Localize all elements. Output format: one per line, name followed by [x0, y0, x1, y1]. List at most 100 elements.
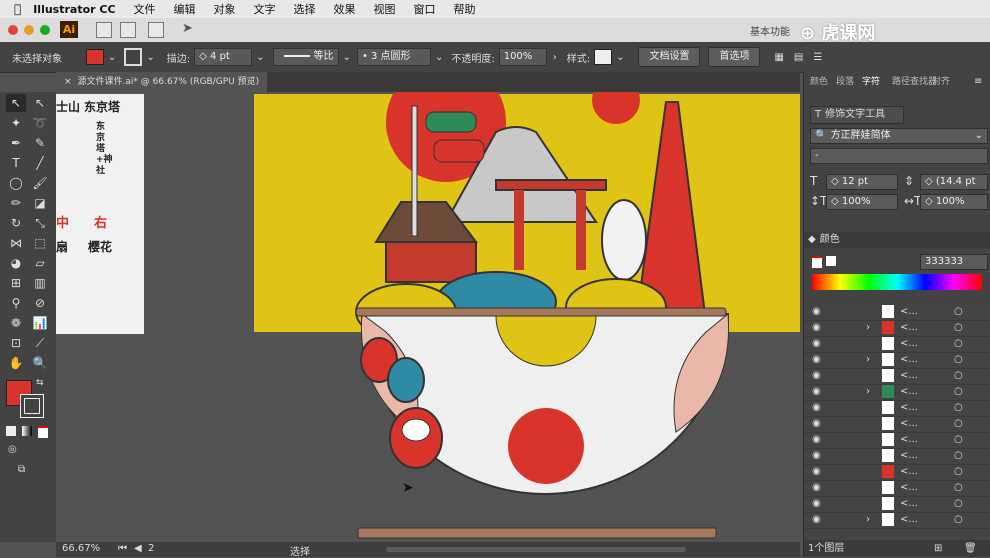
shape-builder-icon[interactable]: ◕	[6, 254, 26, 272]
menu-window[interactable]: 窗口	[414, 1, 436, 17]
eye-icon[interactable]: ◉	[812, 482, 821, 493]
layer-row[interactable]: ◉ › <... ○	[804, 512, 990, 529]
perspective-grid-icon[interactable]: ▱	[30, 254, 50, 272]
target-icon[interactable]: ○	[954, 386, 963, 397]
slice-tool-icon[interactable]: ⟋	[30, 334, 50, 352]
menu-file[interactable]: 文件	[134, 1, 156, 17]
menu-type[interactable]: 文字	[254, 1, 276, 17]
layer-row[interactable]: ◉ <... ○	[804, 336, 990, 353]
color-panel-header[interactable]: ◆ 颜色	[804, 232, 990, 248]
opacity-field[interactable]: 100%	[498, 48, 547, 66]
apple-icon[interactable]: 	[14, 2, 21, 16]
workspace-switcher[interactable]: 基本功能	[750, 23, 790, 38]
chevron-down-icon[interactable]: ⌄	[343, 52, 351, 63]
align-icon[interactable]: ▦	[774, 52, 783, 63]
eye-icon[interactable]: ◉	[812, 514, 821, 525]
bridge-icon[interactable]	[96, 22, 112, 38]
panel-menu-icon[interactable]: ≡	[974, 76, 982, 87]
eye-icon[interactable]: ◉	[812, 402, 821, 413]
tab-align[interactable]: 对齐	[932, 72, 950, 92]
close-icon[interactable]: ×	[64, 77, 72, 87]
target-icon[interactable]: ○	[954, 434, 963, 445]
chevron-down-icon[interactable]: ⌄	[108, 52, 116, 63]
eye-icon[interactable]: ◉	[812, 338, 821, 349]
layer-row[interactable]: ◉ <... ○	[804, 368, 990, 385]
target-icon[interactable]: ○	[954, 322, 963, 333]
graph-tool-icon[interactable]: 📊	[30, 314, 50, 332]
chevron-down-icon[interactable]: ⌄	[435, 52, 443, 63]
menu-object[interactable]: 对象	[214, 1, 236, 17]
chevron-down-icon[interactable]: ⌄	[256, 52, 264, 63]
expand-icon[interactable]: ›	[866, 386, 870, 397]
gradient-mode-icon[interactable]	[22, 426, 32, 436]
horizontal-scale-field[interactable]: ◇ 100%	[920, 194, 988, 210]
fill-swatch[interactable]	[86, 49, 104, 65]
expand-icon[interactable]: ›	[866, 322, 870, 333]
layer-row[interactable]: ◉ <... ○	[804, 416, 990, 433]
target-icon[interactable]: ○	[954, 466, 963, 477]
stroke-swatch[interactable]	[124, 48, 143, 66]
color-mode-icon[interactable]	[6, 426, 16, 436]
target-icon[interactable]: ○	[954, 370, 963, 381]
layer-row[interactable]: ◉ › <... ○	[804, 352, 990, 369]
layer-row[interactable]: ◉ <... ○	[804, 432, 990, 449]
none-swatch[interactable]	[812, 256, 822, 268]
tab-pathfinder[interactable]: 路径查找器	[892, 72, 937, 92]
artboard-tool-icon[interactable]: ⊡	[6, 334, 26, 352]
font-style-field[interactable]: -	[810, 148, 988, 164]
menu-select[interactable]: 选择	[294, 1, 316, 17]
zoom-tool-icon[interactable]: 🔍	[30, 354, 50, 372]
target-icon[interactable]: ○	[954, 450, 963, 461]
eye-icon[interactable]: ◉	[812, 306, 821, 317]
send-icon[interactable]: ➤	[182, 21, 193, 36]
zoom-level[interactable]: 66.67%	[62, 543, 100, 554]
preferences-button[interactable]: 首选项	[708, 47, 761, 67]
chevron-down-icon[interactable]: ⌄	[146, 52, 154, 63]
tab-character[interactable]: 字符	[862, 72, 880, 92]
prev-page-icon[interactable]: ◀	[134, 543, 142, 554]
zoom-window-icon[interactable]	[40, 25, 50, 35]
target-icon[interactable]: ○	[954, 482, 963, 493]
transform-icon[interactable]: ▤	[794, 52, 803, 63]
app-name[interactable]: Illustrator CC	[33, 3, 115, 16]
none-mode-icon[interactable]	[38, 426, 48, 438]
type-tool-icon[interactable]: T	[6, 154, 26, 172]
ellipse-tool-icon[interactable]: ◯	[6, 174, 26, 192]
lasso-icon[interactable]: ➰	[30, 114, 50, 132]
layer-row[interactable]: ◉ <... ○	[804, 400, 990, 417]
minimize-window-icon[interactable]	[24, 25, 34, 35]
first-page-icon[interactable]: ⏮	[118, 543, 127, 554]
style-swatch[interactable]	[594, 49, 613, 65]
color-spectrum[interactable]	[812, 274, 982, 290]
new-layer-icon[interactable]: ⊞	[934, 540, 942, 557]
eye-icon[interactable]: ◉	[812, 498, 821, 509]
menu-icon[interactable]: ☰	[813, 52, 822, 63]
rotate-tool-icon[interactable]: ↻	[6, 214, 26, 232]
touch-type-button[interactable]: T 修饰文字工具	[810, 106, 904, 124]
eyedropper-icon[interactable]: ⚲	[6, 294, 26, 312]
document-setup-button[interactable]: 文档设置	[638, 47, 701, 67]
direct-selection-tool-icon[interactable]: ↖	[30, 94, 50, 112]
hex-input[interactable]: 333333	[920, 254, 988, 270]
blend-tool-icon[interactable]: ⊘	[30, 294, 50, 312]
brush-select[interactable]: • 3 点圆形	[356, 48, 431, 66]
magic-wand-icon[interactable]: ✦	[6, 114, 26, 132]
font-size-field[interactable]: ◇ 12 pt	[826, 174, 898, 190]
pencil-icon[interactable]: ✏	[6, 194, 26, 212]
mesh-tool-icon[interactable]: ⊞	[6, 274, 26, 292]
canvas-area[interactable]: 士山 东京塔 东京塔+神社 中 右 扇 樱花 ➤	[56, 92, 800, 542]
width-tool-icon[interactable]: ⋈	[6, 234, 26, 252]
eye-icon[interactable]: ◉	[812, 370, 821, 381]
line-tool-icon[interactable]: ╱	[30, 154, 50, 172]
hand-tool-icon[interactable]: ✋	[6, 354, 26, 372]
layer-row[interactable]: ◉ › <... ○	[804, 384, 990, 401]
document-tab[interactable]: × 源文件课件.ai* @ 66.67% (RGB/GPU 预览)	[56, 72, 268, 92]
expand-icon[interactable]: ›	[866, 514, 870, 525]
tab-color[interactable]: 颜色	[810, 72, 828, 92]
target-icon[interactable]: ○	[954, 418, 963, 429]
stroke-weight-field[interactable]: ◇ 4 pt	[194, 48, 253, 66]
eye-icon[interactable]: ◉	[812, 434, 821, 445]
target-icon[interactable]: ○	[954, 354, 963, 365]
tab-paragraph[interactable]: 段落	[836, 72, 854, 92]
menu-help[interactable]: 帮助	[454, 1, 476, 17]
